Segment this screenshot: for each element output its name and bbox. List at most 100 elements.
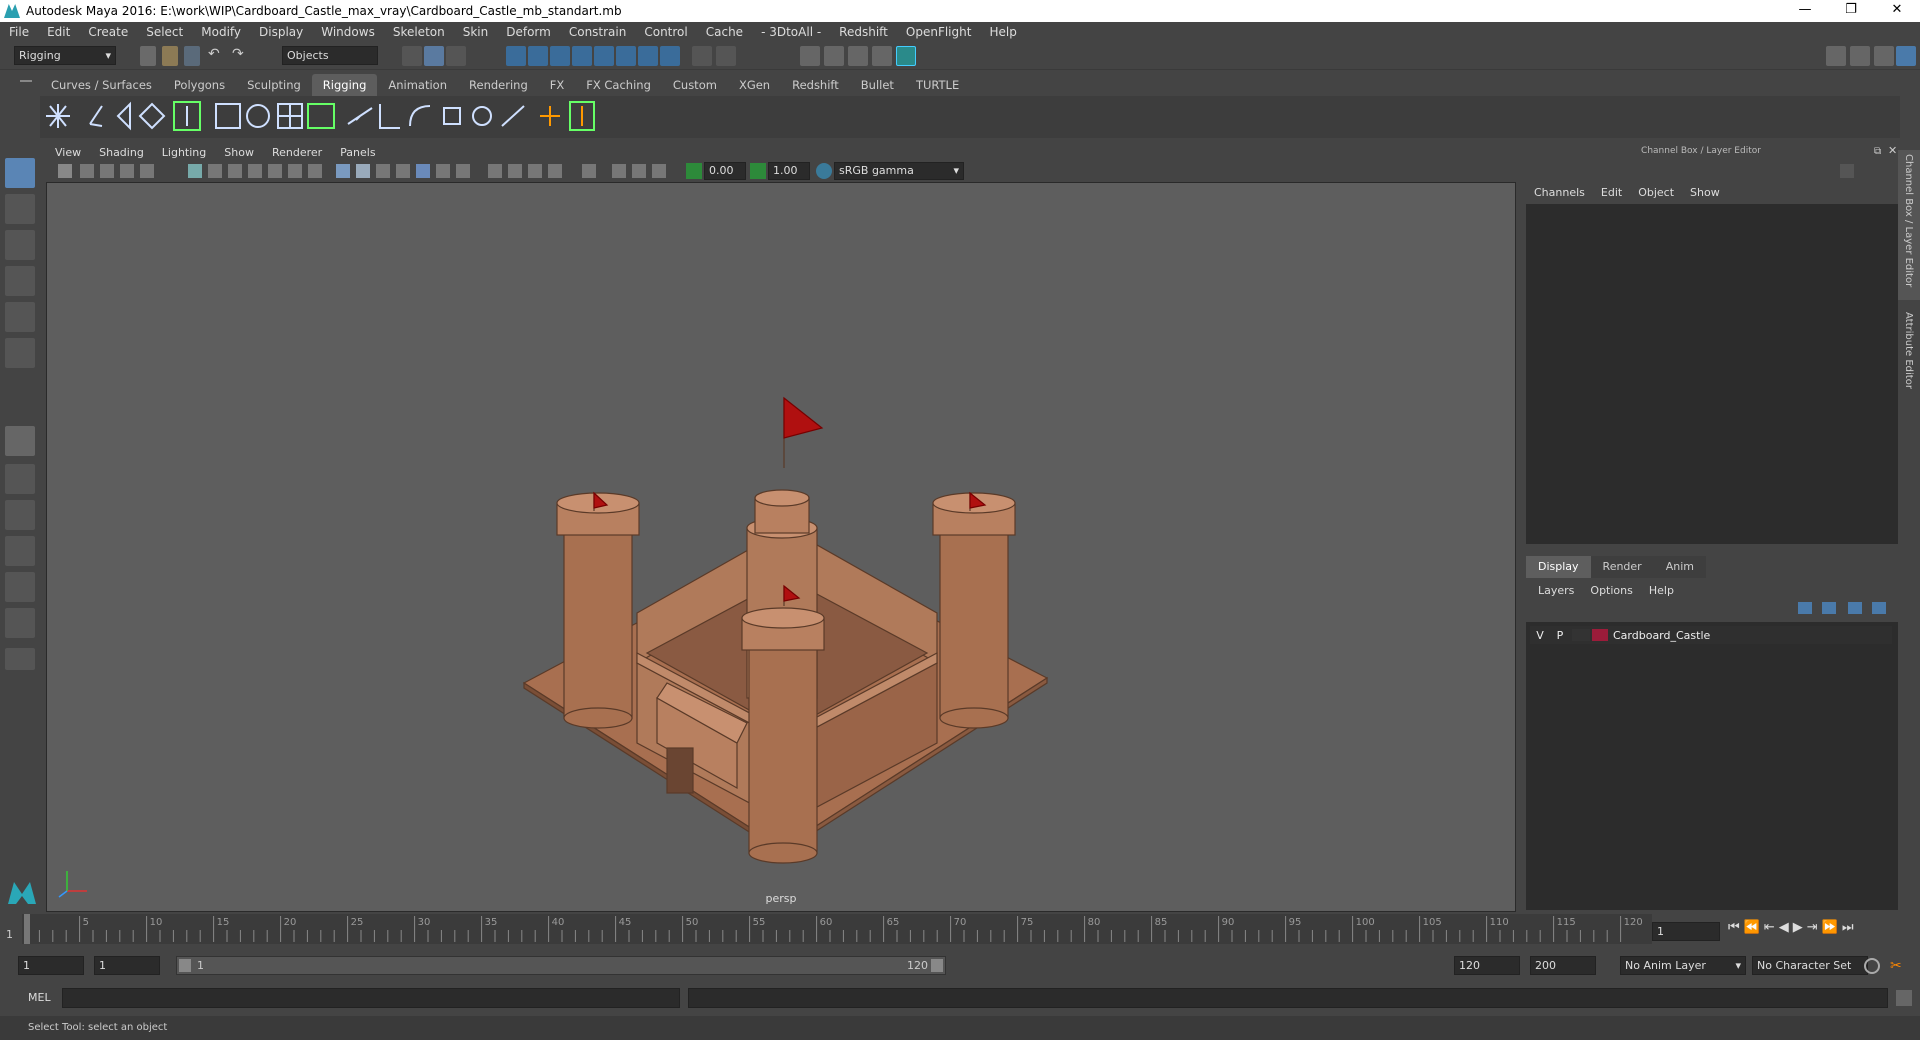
single-perspective-layout-icon[interactable] [5, 426, 35, 456]
modeling-toolkit-icon[interactable] [1826, 46, 1846, 66]
render-settings-icon[interactable] [872, 46, 892, 66]
bookmark-icon[interactable] [100, 164, 114, 178]
shelf-tab-rigging[interactable]: Rigging [311, 74, 378, 96]
viewport-menu-renderer[interactable]: Renderer [263, 144, 331, 162]
grease-pencil-icon[interactable] [140, 164, 154, 178]
script-editor-icon[interactable] [1896, 990, 1912, 1006]
layer-type-toggle[interactable] [1572, 629, 1590, 641]
channel-box-area[interactable] [1526, 204, 1898, 544]
view-transform-dropdown[interactable]: sRGB gamma ▾ [834, 162, 964, 180]
snap-live-icon[interactable] [594, 46, 614, 66]
range-slider-end-handle[interactable] [931, 959, 943, 972]
menu-control[interactable]: Control [635, 25, 696, 39]
constraint-orient-icon[interactable] [409, 105, 431, 127]
menu-openflight[interactable]: OpenFlight [897, 25, 981, 39]
lattice-icon[interactable] [277, 103, 303, 129]
menu-edit[interactable]: Edit [38, 25, 79, 39]
shelf-tab-redshift[interactable]: Redshift [781, 74, 850, 96]
move-layer-up-icon[interactable] [1798, 602, 1812, 614]
locator-icon[interactable] [540, 106, 560, 126]
layer-tab-render[interactable]: Render [1590, 556, 1654, 578]
playback-start-field[interactable]: 1 [94, 956, 160, 975]
lock-icon[interactable] [692, 46, 712, 66]
menu-display[interactable]: Display [250, 25, 312, 39]
wireframe-icon[interactable] [336, 164, 350, 178]
shelf-menu-icon[interactable] [20, 80, 32, 82]
channel-box-menu-edit[interactable]: Edit [1593, 186, 1630, 199]
insert-joint-icon[interactable] [89, 105, 103, 127]
maximize-button[interactable]: ❐ [1828, 0, 1874, 22]
constraint-aim-icon[interactable] [379, 104, 400, 129]
shelf-tab-fx-caching[interactable]: FX Caching [575, 74, 662, 96]
shelf-tab-custom[interactable]: Custom [662, 74, 728, 96]
layer-name[interactable]: Cardboard_Castle [1613, 629, 1710, 642]
menu-redshift[interactable]: Redshift [830, 25, 897, 39]
menu-windows[interactable]: Windows [312, 25, 384, 39]
four-view-layout-icon[interactable] [5, 464, 35, 494]
menu-file[interactable]: File [0, 25, 38, 39]
layer-row[interactable]: V P Cardboard_Castle [1530, 626, 1892, 644]
hypershade-icon[interactable] [896, 46, 916, 66]
viewport-menu-lighting[interactable]: Lighting [153, 144, 215, 162]
gamma-icon[interactable] [750, 163, 766, 179]
select-tool-status-icon[interactable] [716, 46, 736, 66]
snap-view-plane-icon[interactable] [572, 46, 592, 66]
snap-grid-icon[interactable] [506, 46, 526, 66]
new-scene-icon[interactable] [140, 46, 156, 66]
menu-3dtoall[interactable]: - 3DtoAll - [752, 25, 830, 39]
render-sequence-icon[interactable] [824, 46, 844, 66]
step-forward-frame-icon[interactable]: ⏩ [1822, 920, 1842, 935]
go-to-start-icon[interactable]: ⏮ [1728, 920, 1744, 935]
shelf-tab-animation[interactable]: Animation [377, 74, 458, 96]
float-panel-icon[interactable]: ⧉ [1874, 146, 1881, 157]
shelf-tab-curves-surfaces[interactable]: Curves / Surfaces [40, 74, 163, 96]
channel-box-toggle-icon[interactable] [1896, 46, 1916, 66]
ik-spline-icon[interactable] [173, 101, 201, 131]
hik-icon[interactable] [569, 101, 595, 131]
maya-home-icon[interactable] [6, 878, 38, 906]
auto-key-icon[interactable] [1864, 958, 1880, 974]
mirror-joint-icon[interactable] [116, 101, 131, 131]
joint-tool-icon[interactable] [46, 104, 70, 128]
viewport-menu-view[interactable]: View [46, 144, 90, 162]
open-scene-icon[interactable] [162, 46, 178, 66]
lasso-tool-icon[interactable] [5, 194, 35, 224]
image-plane-icon[interactable] [120, 164, 134, 178]
menu-select[interactable]: Select [137, 25, 192, 39]
go-to-end-icon[interactable]: ⏭ [1842, 920, 1858, 935]
anim-layer-dropdown[interactable]: No Anim Layer ▾ [1620, 956, 1746, 975]
perspective-viewport[interactable]: persp [46, 182, 1516, 912]
shelf-tab-rendering[interactable]: Rendering [458, 74, 539, 96]
xray-icon[interactable] [612, 164, 626, 178]
channel-box-menu-show[interactable]: Show [1682, 186, 1728, 199]
step-back-key-icon[interactable]: ⇤ [1764, 920, 1779, 935]
screen-space-ao-icon[interactable] [488, 164, 502, 178]
ipr-render-icon[interactable] [848, 46, 868, 66]
resolution-gate-icon[interactable] [228, 164, 242, 178]
new-empty-layer-icon[interactable] [1848, 602, 1862, 614]
side-tab-attribute-editor[interactable]: Attribute Editor [1903, 312, 1914, 389]
camera-attributes-icon[interactable] [80, 164, 94, 178]
camera-icon[interactable] [58, 164, 72, 178]
range-slider[interactable]: 1 120 [176, 956, 946, 975]
shelf-tab-bullet[interactable]: Bullet [850, 74, 905, 96]
close-panel-icon[interactable]: ✕ [1888, 144, 1897, 157]
step-forward-key-icon[interactable]: ⇥ [1807, 920, 1822, 935]
isolate-select-icon[interactable] [582, 164, 596, 178]
cardboard-castle-model[interactable] [522, 396, 1049, 864]
layer-color-swatch[interactable] [1592, 629, 1608, 641]
persp-outliner-layout-icon[interactable] [5, 500, 35, 530]
range-slider-start-handle[interactable] [179, 959, 191, 972]
render-frame-icon[interactable] [800, 46, 820, 66]
tool-settings-toggle-icon[interactable] [1874, 46, 1894, 66]
field-chart-icon[interactable] [268, 164, 282, 178]
play-forward-icon[interactable]: ▶ [1793, 920, 1807, 935]
end-time-field[interactable]: 200 [1530, 956, 1596, 975]
film-gate-icon[interactable] [208, 164, 222, 178]
constraint-pole-icon[interactable] [501, 105, 525, 127]
menu-help[interactable]: Help [980, 25, 1025, 39]
menu-cache[interactable]: Cache [697, 25, 752, 39]
interactive-bind-icon[interactable] [246, 104, 270, 128]
snap-point-icon[interactable] [550, 46, 570, 66]
play-backward-icon[interactable]: ◀ [1779, 920, 1793, 935]
